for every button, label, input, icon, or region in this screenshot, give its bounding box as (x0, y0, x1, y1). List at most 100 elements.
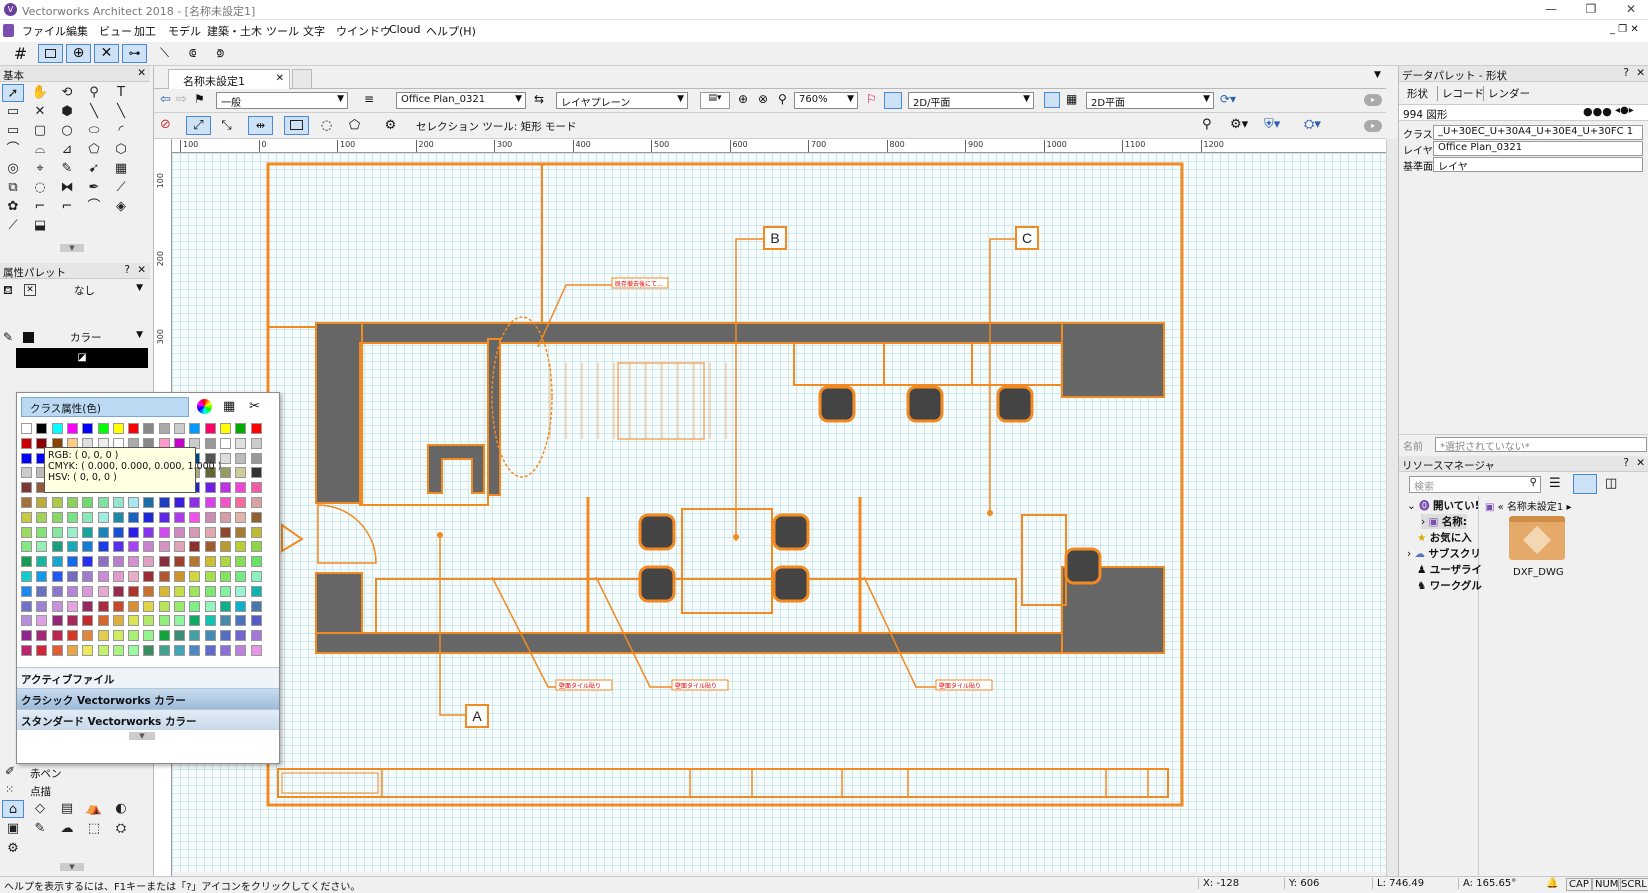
disable-interactive-icon[interactable]: ⊘ (160, 117, 171, 132)
mdi-controls[interactable]: _ ❐ ✕ (1610, 24, 1639, 35)
color-swatch[interactable] (174, 556, 185, 568)
color-swatch[interactable] (189, 526, 201, 538)
color-swatch[interactable] (189, 541, 201, 553)
color-swatch[interactable] (204, 600, 216, 612)
forward-arrow-icon[interactable]: ⇨ (176, 92, 187, 107)
color-swatch[interactable] (250, 497, 262, 508)
snap-intersection-button[interactable]: ✕ (94, 44, 119, 63)
pentagon-tool-icon[interactable]: ⬠ (83, 141, 105, 159)
help-icon[interactable]: ? (1623, 67, 1629, 79)
color-swatch[interactable] (112, 630, 124, 642)
color-swatch[interactable] (235, 452, 247, 464)
color-swatch[interactable] (97, 511, 109, 523)
color-swatch[interactable] (51, 571, 63, 582)
color-swatch[interactable] (219, 467, 231, 479)
shield-icon[interactable]: ⛨▾ (1264, 117, 1280, 132)
color-swatch[interactable] (143, 556, 155, 568)
color-swatch[interactable] (250, 571, 262, 582)
tab-document[interactable]: 名称未設定1 ✕ (168, 69, 290, 89)
color-swatch[interactable] (219, 615, 231, 627)
color-swatch[interactable] (82, 511, 94, 523)
color-swatch[interactable] (174, 497, 185, 508)
color-swatch[interactable] (51, 630, 63, 642)
color-swatch[interactable] (189, 556, 201, 568)
color-swatch[interactable] (235, 600, 247, 612)
menu-aec[interactable]: 建築・土木 (207, 23, 262, 39)
resource-path[interactable]: ▣ « 名称未設定1 ▸ (1485, 498, 1572, 513)
color-swatch[interactable] (219, 556, 231, 568)
color-swatch[interactable] (204, 423, 216, 434)
pen-icon[interactable]: ✎ (3, 330, 13, 344)
search-tool-icon[interactable]: ⚲ (1202, 117, 1212, 132)
resource-search[interactable]: 検索 ⚲ (1409, 476, 1541, 493)
drawing-canvas[interactable]: A B C 既存撤去後にて... 壁面タイル貼り 壁面タイル貼り 壁面タイル貼り (172, 153, 1386, 872)
color-swatch[interactable] (174, 630, 185, 642)
color-swatch[interactable] (219, 645, 231, 656)
color-swatch[interactable] (66, 630, 78, 642)
mode-multiple-button[interactable]: ⤡ (214, 116, 239, 135)
saved-views-icon[interactable]: ▦ (1066, 92, 1077, 106)
color-swatch[interactable] (97, 497, 109, 508)
view-select[interactable]: 2D/平面 ▼ (908, 92, 1034, 109)
color-swatch[interactable] (235, 571, 247, 582)
color-swatch[interactable] (97, 600, 109, 612)
furniture-toolset-icon[interactable]: ▤ (56, 800, 78, 818)
color-swatch[interactable] (66, 600, 78, 612)
color-swatch[interactable] (36, 585, 48, 597)
color-swatch[interactable] (189, 497, 201, 508)
color-swatch[interactable] (204, 511, 216, 523)
expand-arrow-icon[interactable]: ▼ (60, 244, 84, 252)
building-toolset-icon[interactable]: ⌂ (2, 800, 24, 818)
menu-file[interactable]: ファイル (22, 23, 66, 39)
color-swatch[interactable] (128, 571, 140, 582)
color-swatch[interactable] (189, 585, 201, 597)
color-swatch[interactable] (97, 645, 109, 656)
color-swatch[interactable] (189, 645, 201, 656)
color-swatch[interactable] (143, 615, 155, 627)
minimize-button[interactable]: — (1534, 0, 1568, 20)
close-icon[interactable]: ✕ (1636, 457, 1645, 469)
color-swatch[interactable] (143, 645, 155, 656)
color-swatch[interactable] (66, 497, 78, 508)
color-swatch[interactable] (82, 526, 94, 538)
split-view-icon[interactable] (1573, 474, 1597, 494)
help-icon[interactable]: ? (124, 264, 130, 276)
color-swatch[interactable] (97, 585, 109, 597)
pan-tool-icon[interactable]: ✋ (29, 84, 51, 102)
help-icon[interactable]: ? (1623, 457, 1629, 469)
color-swatch[interactable] (250, 556, 262, 568)
color-swatch[interactable] (204, 615, 216, 627)
nav-arrows-icon[interactable]: ◂●▸ (1615, 105, 1634, 116)
snap-grid-button[interactable]: # (8, 44, 33, 63)
menu-model[interactable]: モデル (168, 23, 201, 39)
color-swatch[interactable] (21, 571, 32, 582)
tree-favorites[interactable]: ★ お気に入 (1417, 530, 1472, 545)
color-swatch[interactable] (204, 526, 216, 538)
color-swatch[interactable] (219, 511, 231, 523)
color-swatch[interactable] (143, 585, 155, 597)
section-classic-colors[interactable]: クラシック Vectorworks カラー (17, 688, 279, 709)
color-swatch[interactable] (235, 437, 247, 449)
color-swatch[interactable] (128, 497, 140, 508)
color-swatch[interactable] (235, 541, 247, 553)
color-swatch[interactable] (219, 452, 231, 464)
color-swatch[interactable] (51, 497, 63, 508)
color-swatch[interactable] (235, 645, 247, 656)
freehand-tool-icon[interactable]: ⌒ (2, 141, 24, 159)
menu-window[interactable]: ウインドウ (336, 23, 391, 39)
tree-user-library[interactable]: ♟ ユーザライ (1417, 562, 1482, 577)
color-swatch[interactable] (36, 556, 48, 568)
color-swatch[interactable] (21, 467, 32, 479)
color-swatch[interactable] (21, 645, 32, 656)
class-select[interactable]: 一般 ▼ (216, 92, 348, 109)
color-swatch[interactable] (143, 497, 155, 508)
color-swatch[interactable] (66, 541, 78, 553)
color-swatch[interactable] (21, 615, 32, 627)
color-swatch[interactable] (112, 645, 124, 656)
color-wheel-icon[interactable] (197, 399, 212, 414)
flyover-icon[interactable]: ⚐ (866, 92, 877, 106)
tree-open-files[interactable]: ⌄ ⓿ 開いてい! (1407, 498, 1479, 513)
menu-cloud[interactable]: Cloud (389, 23, 420, 36)
color-swatch[interactable] (66, 571, 78, 582)
restore-button[interactable]: ❐ (1574, 0, 1608, 20)
